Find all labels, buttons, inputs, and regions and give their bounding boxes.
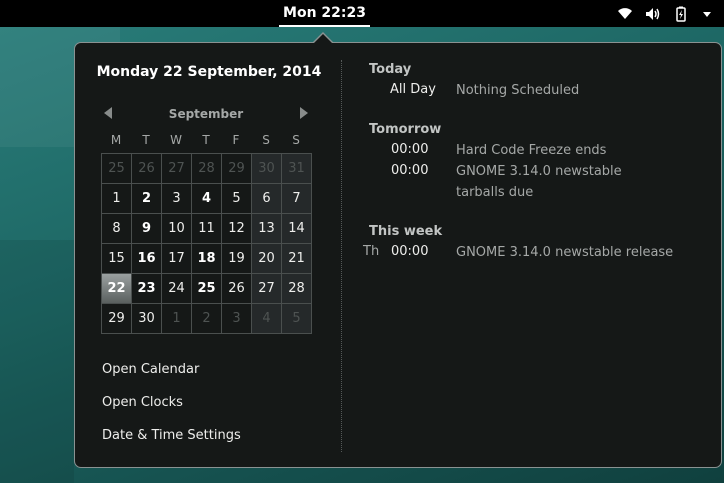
weekday-label: T <box>142 133 150 147</box>
calendar-day[interactable]: 4 <box>192 184 222 214</box>
calendar-grid: 25 26 27 28 29 30 31 1 2 3 4 5 6 7 8 9 10 11 12 13 14 15 16 17 1… <box>101 153 312 334</box>
prev-month-icon[interactable] <box>104 107 112 119</box>
top-bar: Mon 22:23 <box>0 0 724 27</box>
calendar-day[interactable]: 11 <box>192 214 222 244</box>
weekday-label: S <box>292 133 300 147</box>
calendar-day[interactable]: 17 <box>162 244 192 274</box>
calendar-day-today[interactable]: 22 <box>102 274 132 304</box>
calendar-day[interactable]: 5 <box>282 304 312 334</box>
wifi-icon[interactable] <box>617 6 633 22</box>
calendar-day[interactable]: 26 <box>222 274 252 304</box>
popover-arrow-fill <box>313 34 333 44</box>
event-description: Nothing Scheduled <box>456 83 580 98</box>
clock-button[interactable]: Mon 22:23 <box>279 0 370 27</box>
calendar-day[interactable]: 30 <box>132 304 162 334</box>
dropdown-arrow-icon[interactable] <box>699 6 715 22</box>
calendar-day[interactable]: 1 <box>162 304 192 334</box>
calendar-day[interactable]: 3 <box>162 184 192 214</box>
calendar-day[interactable]: 12 <box>222 214 252 244</box>
event-description[interactable]: Hard Code Freeze ends <box>456 140 606 161</box>
wallpaper-facet <box>0 240 74 483</box>
weekday-label: W <box>170 133 182 147</box>
calendar-day[interactable]: 18 <box>192 244 222 274</box>
event-time: 00:00 <box>391 244 429 259</box>
calendar-day[interactable]: 25 <box>102 154 132 184</box>
calendar-day[interactable]: 28 <box>282 274 312 304</box>
weekday-header: M T W T F S S <box>101 133 312 149</box>
calendar-day[interactable]: 30 <box>252 154 282 184</box>
event-description-cont: tarballs due <box>456 185 534 200</box>
volume-icon[interactable] <box>644 6 660 22</box>
calendar-day[interactable]: 29 <box>222 154 252 184</box>
open-calendar-link[interactable]: Open Calendar <box>102 362 199 377</box>
calendar-day[interactable]: 19 <box>222 244 252 274</box>
calendar-day[interactable]: 24 <box>162 274 192 304</box>
calendar-day[interactable]: 8 <box>102 214 132 244</box>
calendar-day[interactable]: 10 <box>162 214 192 244</box>
events-this-week-heading: This week <box>369 224 443 239</box>
event-time: 00:00 <box>391 142 429 157</box>
events-tomorrow-heading: Tomorrow <box>369 122 442 137</box>
weekday-label: S <box>262 133 270 147</box>
calendar-day[interactable]: 31 <box>282 154 312 184</box>
calendar-day[interactable]: 3 <box>222 304 252 334</box>
calendar-day[interactable]: 9 <box>132 214 162 244</box>
calendar-day[interactable]: 25 <box>192 274 222 304</box>
month-label: September <box>168 107 244 121</box>
events-today-heading: Today <box>369 62 412 77</box>
calendar-day[interactable]: 5 <box>222 184 252 214</box>
calendar-day[interactable]: 28 <box>192 154 222 184</box>
event-day: Th <box>363 244 380 259</box>
datetime-settings-link[interactable]: Date & Time Settings <box>102 428 241 443</box>
calendar-day[interactable]: 1 <box>102 184 132 214</box>
calendar-day[interactable]: 29 <box>102 304 132 334</box>
event-description[interactable]: GNOME 3.14.0 newstable release <box>456 242 673 263</box>
event-time: 00:00 <box>391 163 429 178</box>
calendar-day[interactable]: 16 <box>132 244 162 274</box>
event-time: All Day <box>390 82 436 97</box>
calendar-day[interactable]: 15 <box>102 244 132 274</box>
calendar-day[interactable]: 21 <box>282 244 312 274</box>
calendar-day[interactable]: 23 <box>132 274 162 304</box>
popover-divider <box>341 60 342 452</box>
date-heading: Monday 22 September, 2014 <box>96 64 322 80</box>
calendar-day[interactable]: 26 <box>132 154 162 184</box>
calendar-day[interactable]: 14 <box>282 214 312 244</box>
calendar-day[interactable]: 2 <box>192 304 222 334</box>
calendar-day[interactable]: 20 <box>252 244 282 274</box>
calendar-day[interactable]: 13 <box>252 214 282 244</box>
next-month-icon[interactable] <box>300 107 308 119</box>
open-clocks-link[interactable]: Open Clocks <box>102 395 183 410</box>
battery-icon[interactable] <box>673 6 689 22</box>
weekday-label: F <box>232 133 240 147</box>
weekday-label: T <box>202 133 210 147</box>
calendar-day[interactable]: 27 <box>252 274 282 304</box>
calendar-day[interactable]: 6 <box>252 184 282 214</box>
calendar-day[interactable]: 7 <box>282 184 312 214</box>
weekday-label: M <box>110 133 122 147</box>
calendar-day[interactable]: 27 <box>162 154 192 184</box>
calendar-day[interactable]: 4 <box>252 304 282 334</box>
calendar-day[interactable]: 2 <box>132 184 162 214</box>
event-description[interactable]: GNOME 3.14.0 newstable <box>456 161 622 182</box>
